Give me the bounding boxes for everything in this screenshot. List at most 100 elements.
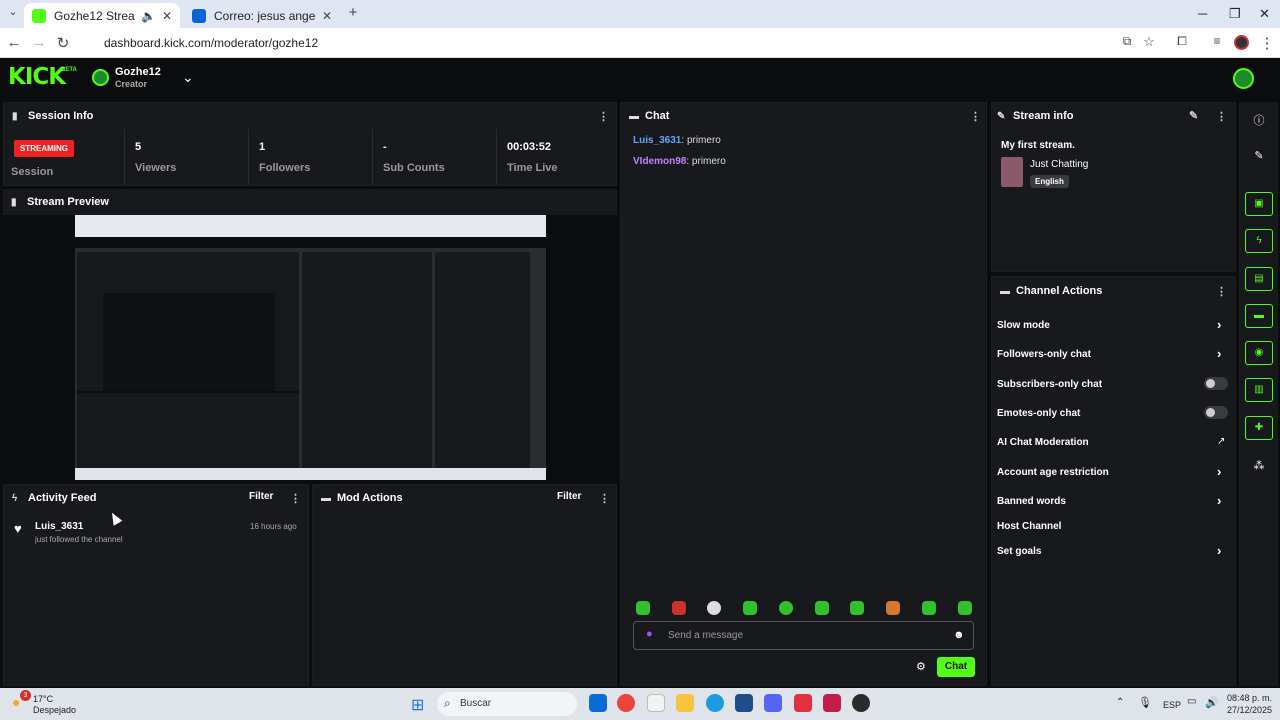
emote-icon[interactable] (636, 601, 650, 615)
stream-category[interactable]: Just Chatting (1030, 159, 1088, 170)
chrome-icon[interactable] (617, 694, 635, 712)
back-icon[interactable]: ← (5, 34, 23, 51)
emote-icon[interactable] (922, 601, 936, 615)
chat-menu-icon[interactable]: ⋮ (970, 110, 981, 123)
task-view-icon[interactable] (589, 694, 607, 712)
tab-outlook[interactable]: Correo: jesus angel - Outlook ✕ (184, 3, 340, 28)
browser-menu-icon[interactable]: ⋮ (1258, 34, 1276, 52)
emote-icon[interactable] (779, 601, 793, 615)
clock-time[interactable]: 08:48 p. m. (1227, 693, 1272, 703)
action-banned-words[interactable]: Banned words (997, 496, 1066, 507)
app-red-icon[interactable] (794, 694, 812, 712)
category-thumbnail[interactable] (1001, 157, 1023, 187)
emoji-picker-icon[interactable]: ☻ (953, 629, 965, 641)
rail-bolt-button[interactable]: ϟ (1245, 229, 1273, 253)
chevron-right-icon[interactable]: › (1217, 464, 1221, 479)
store-icon[interactable] (735, 694, 753, 712)
clock-date[interactable]: 27/12/2025 (1227, 705, 1272, 715)
emote-icon[interactable] (958, 601, 972, 615)
subscribers-only-toggle[interactable] (1204, 377, 1228, 390)
emote-icon[interactable] (672, 601, 686, 615)
edit-stream-icon[interactable]: ✎ (1189, 109, 1198, 122)
kick-logo[interactable]: KICK (8, 64, 66, 90)
channel-switcher-chevron-icon[interactable]: ⌄ (182, 69, 194, 86)
file-explorer-icon[interactable] (676, 694, 694, 712)
emote-icon[interactable] (886, 601, 900, 615)
edge-icon[interactable] (706, 694, 724, 712)
chevron-right-icon[interactable]: › (1217, 493, 1221, 508)
action-slow-mode[interactable]: Slow mode (997, 320, 1050, 331)
weather-temp[interactable]: 17°C (33, 694, 53, 704)
taskbar-search[interactable]: ⌕ Buscar (437, 692, 577, 716)
input-language[interactable]: ESP (1163, 700, 1181, 710)
rail-broadcast-button[interactable]: ◉ (1245, 341, 1273, 365)
mod-menu-icon[interactable]: ⋮ (599, 492, 610, 505)
rail-notes-button[interactable]: ▤ (1245, 267, 1273, 291)
add-widget-icon[interactable]: ⁂ (1251, 459, 1267, 472)
pencil-icon[interactable]: ✎ (1251, 149, 1267, 162)
action-emotes-only[interactable]: Emotes-only chat (997, 408, 1080, 419)
forward-icon[interactable]: → (30, 34, 48, 51)
emotes-only-toggle[interactable] (1204, 406, 1228, 419)
activity-user[interactable]: Luis_3631 (35, 521, 83, 532)
action-set-goals[interactable]: Set goals (997, 546, 1041, 557)
channel-actions-menu-icon[interactable]: ⋮ (1216, 285, 1227, 298)
close-window-icon[interactable]: ✕ (1259, 6, 1270, 22)
microphone-icon[interactable]: ● (646, 628, 653, 640)
notepad-icon[interactable] (647, 694, 665, 712)
minimize-icon[interactable]: ─ (1198, 6, 1207, 21)
action-account-age[interactable]: Account age restriction (997, 467, 1109, 478)
translate-icon[interactable]: ⧉ (1118, 34, 1136, 49)
chat-username[interactable]: VIdemon98 (633, 156, 686, 167)
network-icon[interactable]: ▭ (1187, 696, 1196, 707)
chat-message-input[interactable]: ● Send a message ☻ (633, 621, 974, 650)
rail-chat-button[interactable]: ▬ (1245, 304, 1273, 328)
rail-stream-button[interactable]: ▣ (1245, 192, 1273, 216)
chevron-right-icon[interactable]: › (1217, 317, 1221, 332)
send-chat-button[interactable]: Chat (937, 657, 975, 677)
maximize-icon[interactable]: ❐ (1229, 6, 1241, 22)
action-followers-only[interactable]: Followers-only chat (997, 349, 1091, 360)
address-bar[interactable]: dashboard.kick.com/moderator/gozhe12 (84, 31, 1164, 55)
rail-tools-button[interactable]: ✚ (1245, 416, 1273, 440)
activity-filter-button[interactable]: Filter (249, 491, 273, 502)
rail-layout-button[interactable]: ▥ (1245, 378, 1273, 402)
emote-icon[interactable] (850, 601, 864, 615)
app-mail-icon[interactable] (823, 694, 841, 712)
chevron-right-icon[interactable]: › (1217, 543, 1221, 558)
volume-icon[interactable]: 🔊 (1205, 696, 1219, 709)
tray-mic-icon[interactable]: 🎙 (1138, 696, 1152, 709)
discord-icon[interactable] (764, 694, 782, 712)
tab-list-icon[interactable]: ⌄ (4, 5, 22, 18)
stream-preview-video[interactable] (75, 215, 546, 480)
session-info-menu-icon[interactable]: ⋮ (598, 110, 609, 123)
stream-info-menu-icon[interactable]: ⋮ (1216, 110, 1227, 123)
windows-start-icon[interactable]: ⊞ (411, 695, 424, 715)
mod-filter-button[interactable]: Filter (557, 491, 581, 502)
reload-icon[interactable]: ↻ (54, 34, 72, 52)
obs-icon[interactable] (852, 694, 870, 712)
new-tab-button[interactable]: + (344, 4, 362, 21)
emote-icon[interactable] (743, 601, 757, 615)
external-link-icon[interactable]: ↗ (1217, 436, 1225, 447)
activity-menu-icon[interactable]: ⋮ (290, 492, 301, 505)
emote-icon[interactable] (707, 601, 721, 615)
chevron-right-icon[interactable]: › (1217, 346, 1221, 361)
emote-icon[interactable] (815, 601, 829, 615)
action-ai-moderation[interactable]: AI Chat Moderation (997, 437, 1089, 448)
stream-info-panel: ✎ Stream info ✎ ⋮ My first stream. Just C… (991, 102, 1236, 272)
tray-chevron-icon[interactable]: ⌃ (1116, 697, 1124, 708)
bookmark-star-icon[interactable]: ☆ (1140, 34, 1158, 50)
action-subscribers-only[interactable]: Subscribers-only chat (997, 379, 1102, 390)
extensions-icon[interactable]: ⧠ (1173, 34, 1191, 49)
chat-username[interactable]: Luis_3631 (633, 135, 681, 146)
profile-avatar[interactable] (1234, 35, 1249, 50)
tab-kick-dashboard[interactable]: Gozhe12 Stream - Kick Da 🔈 ✕ (24, 3, 180, 28)
reading-list-icon[interactable]: ≡ (1208, 34, 1226, 48)
action-host-channel[interactable]: Host Channel (997, 521, 1061, 532)
close-tab-icon[interactable]: ✕ (162, 9, 172, 23)
info-icon[interactable]: ⓘ (1251, 112, 1267, 128)
user-avatar[interactable] (1233, 68, 1254, 89)
close-tab-icon[interactable]: ✕ (322, 9, 332, 23)
chat-settings-gear-icon[interactable]: ⚙ (916, 660, 926, 673)
